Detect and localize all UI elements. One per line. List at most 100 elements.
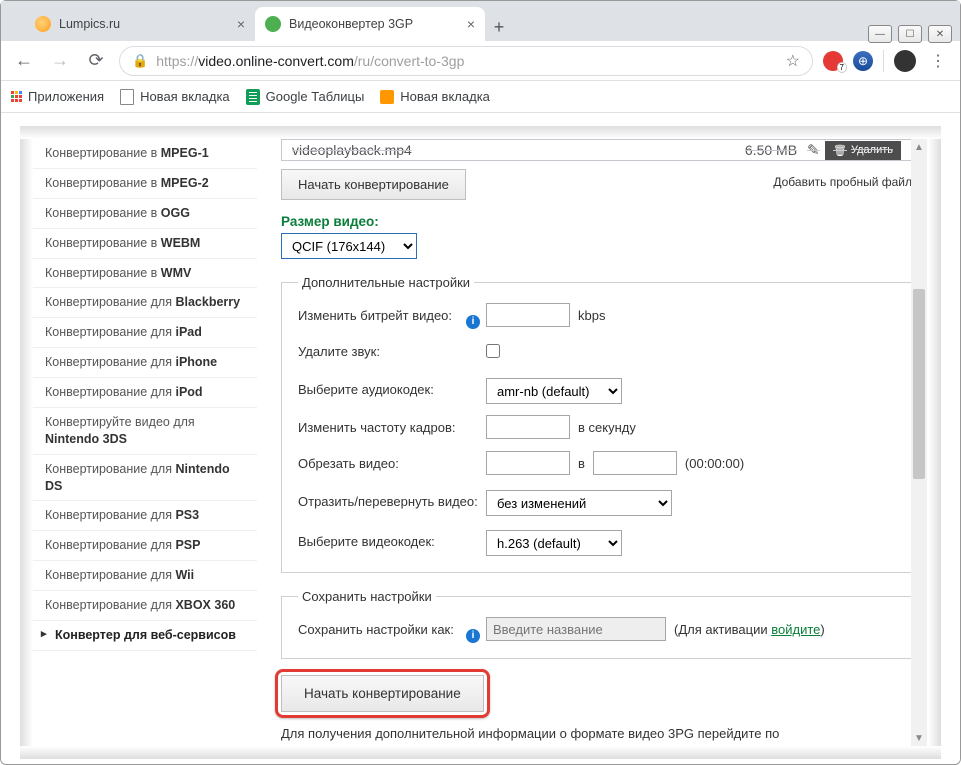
sheets-icon (246, 89, 260, 105)
sidebar-category[interactable]: Конвертер для веб-сервисов (33, 621, 257, 651)
apps-button[interactable]: Приложения (11, 89, 104, 104)
sidebar-item[interactable]: Конвертирование для Blackberry (33, 288, 257, 318)
add-trial-file-link[interactable]: Добавить пробный файл (773, 175, 912, 189)
sidebar-item[interactable]: Конвертирование для PS3 (33, 501, 257, 531)
sidebar: Конвертирование в MPEG-1Конвертирование … (33, 139, 257, 746)
lock-icon: 🔒 (132, 53, 148, 69)
sidebar-item[interactable]: Конвертирование для Nintendo DS (33, 455, 257, 502)
scroll-up-icon[interactable]: ▲ (911, 139, 927, 155)
file-icon (120, 89, 134, 105)
save-hint: (Для активации войдите) (674, 622, 825, 637)
bookmark-item[interactable]: Новая вкладка (120, 89, 230, 105)
browser-toolbar: ← → ⟳ 🔒 https://video.online-convert.com… (1, 41, 960, 81)
apps-label: Приложения (28, 89, 104, 104)
flip-label: Отразить/перевернуть видео: (298, 494, 486, 509)
window-minimize-button[interactable]: — (868, 25, 892, 43)
favicon-icon (35, 16, 51, 32)
info-icon[interactable]: i (466, 315, 480, 329)
video-size-select[interactable]: QCIF (176x144) (281, 233, 417, 259)
remove-audio-checkbox[interactable] (486, 344, 500, 358)
advanced-settings-fieldset: Дополнительные настройки Изменить битрей… (281, 275, 912, 573)
window-maximize-button[interactable]: ☐ (898, 25, 922, 43)
profile-avatar[interactable] (894, 50, 916, 72)
bookmarks-bar: Приложения Новая вкладка Google Таблицы … (1, 81, 960, 113)
video-codec-select[interactable]: h.263 (default) (486, 530, 622, 556)
file-name: videoplayback.mp4 (292, 142, 745, 158)
sidebar-item[interactable]: Конвертирование для PSP (33, 531, 257, 561)
save-legend: Сохранить настройки (298, 589, 436, 604)
advanced-legend: Дополнительные настройки (298, 275, 474, 290)
address-bar[interactable]: 🔒 https://video.online-convert.com/ru/co… (119, 46, 813, 76)
divider (883, 50, 884, 72)
tab-title: Видеоконвертер 3GP (289, 17, 413, 31)
start-convert-button-main[interactable]: Начать конвертирование (281, 675, 484, 712)
info-icon[interactable]: i (466, 629, 480, 643)
page-content: Конвертирование в MPEG-1Конвертирование … (33, 139, 928, 746)
bookmark-label: Google Таблицы (266, 89, 365, 104)
save-settings-fieldset: Сохранить настройки Сохранить настройки … (281, 589, 912, 659)
close-icon[interactable]: × (237, 16, 245, 32)
fps-label: Изменить частоту кадров: (298, 420, 486, 435)
footnote-text: Для получения дополнительной информации … (281, 726, 912, 741)
audio-codec-select[interactable]: amr-nb (default) (486, 378, 622, 404)
close-icon[interactable]: × (467, 16, 475, 32)
trim-to-input[interactable] (593, 451, 677, 475)
file-size: 6.50 MB (745, 142, 797, 158)
bookmark-label: Новая вкладка (400, 89, 490, 104)
tab-strip: Lumpics.ru × Видеоконвертер 3GP × + (1, 1, 960, 41)
trim-from-input[interactable] (486, 451, 570, 475)
bookmark-label: Новая вкладка (140, 89, 230, 104)
scroll-down-icon[interactable]: ▼ (911, 730, 927, 746)
flip-select[interactable]: без изменений (486, 490, 672, 516)
delete-file-button[interactable]: 🗑 Удалить (825, 141, 901, 160)
tab-title: Lumpics.ru (59, 17, 120, 31)
sidebar-item[interactable]: Конвертирование в OGG (33, 199, 257, 229)
sidebar-item[interactable]: Конвертирование в WMV (33, 259, 257, 289)
bookmark-star-icon[interactable]: ☆ (786, 51, 800, 71)
bitrate-unit: kbps (578, 308, 605, 323)
save-name-input[interactable] (486, 617, 666, 641)
file-row: videoplayback.mp4 6.50 MB ✎ 🗑 Удалить (281, 139, 912, 161)
apps-grid-icon (11, 91, 22, 102)
browser-tab-lumpics[interactable]: Lumpics.ru × (25, 7, 255, 41)
bookmark-item[interactable]: Google Таблицы (246, 89, 365, 105)
scrollbar[interactable]: ▲ ▼ (911, 139, 927, 746)
sidebar-item[interactable]: Конвертирование для iPod (33, 378, 257, 408)
scroll-thumb[interactable] (913, 289, 925, 479)
video-codec-label: Выберите видеокодек: (298, 534, 486, 549)
trim-label: Обрезать видео: (298, 456, 486, 471)
bitrate-label: Изменить битрейт видео:i (298, 308, 486, 323)
remove-audio-label: Удалите звук: (298, 344, 486, 359)
extension-globe-icon[interactable]: ⊕ (853, 51, 873, 71)
reload-button[interactable]: ⟳ (83, 48, 109, 74)
browser-menu-button[interactable]: ⋮ (926, 51, 950, 71)
url-text: https://video.online-convert.com/ru/conv… (156, 53, 777, 69)
sidebar-item[interactable]: Конвертирование для Wii (33, 561, 257, 591)
window-close-button[interactable]: ✕ (928, 25, 952, 43)
audio-codec-label: Выберите аудиокодек: (298, 382, 486, 397)
sidebar-item[interactable]: Конвертирование для iPad (33, 318, 257, 348)
sidebar-item[interactable]: Конвертирование для iPhone (33, 348, 257, 378)
login-link[interactable]: войдите (771, 622, 820, 637)
back-button[interactable]: ← (11, 48, 37, 74)
save-as-label: Сохранить настройки как:i (298, 622, 486, 637)
favicon-icon (265, 16, 281, 32)
sidebar-item[interactable]: Конвертирование в MPEG-2 (33, 169, 257, 199)
extension-adblock-icon[interactable] (823, 51, 843, 71)
sidebar-item[interactable]: Конвертирование для XBOX 360 (33, 591, 257, 621)
bookmark-item[interactable]: Новая вкладка (380, 89, 490, 104)
edit-icon[interactable]: ✎ (807, 141, 825, 159)
video-size-label: Размер видео: (281, 214, 912, 229)
sidebar-item[interactable]: Конвертируйте видео для Nintendo 3DS (33, 408, 257, 455)
fps-unit: в секунду (578, 420, 636, 435)
sidebar-item[interactable]: Конвертирование в MPEG-1 (33, 139, 257, 169)
bitrate-input[interactable] (486, 303, 570, 327)
trim-hint: (00:00:00) (685, 456, 744, 471)
page-icon (380, 90, 394, 104)
fps-input[interactable] (486, 415, 570, 439)
new-tab-button[interactable]: + (485, 13, 513, 41)
forward-button: → (47, 48, 73, 74)
browser-tab-converter[interactable]: Видеоконвертер 3GP × (255, 7, 485, 41)
start-convert-button-top[interactable]: Начать конвертирование (281, 169, 466, 200)
sidebar-item[interactable]: Конвертирование в WEBM (33, 229, 257, 259)
